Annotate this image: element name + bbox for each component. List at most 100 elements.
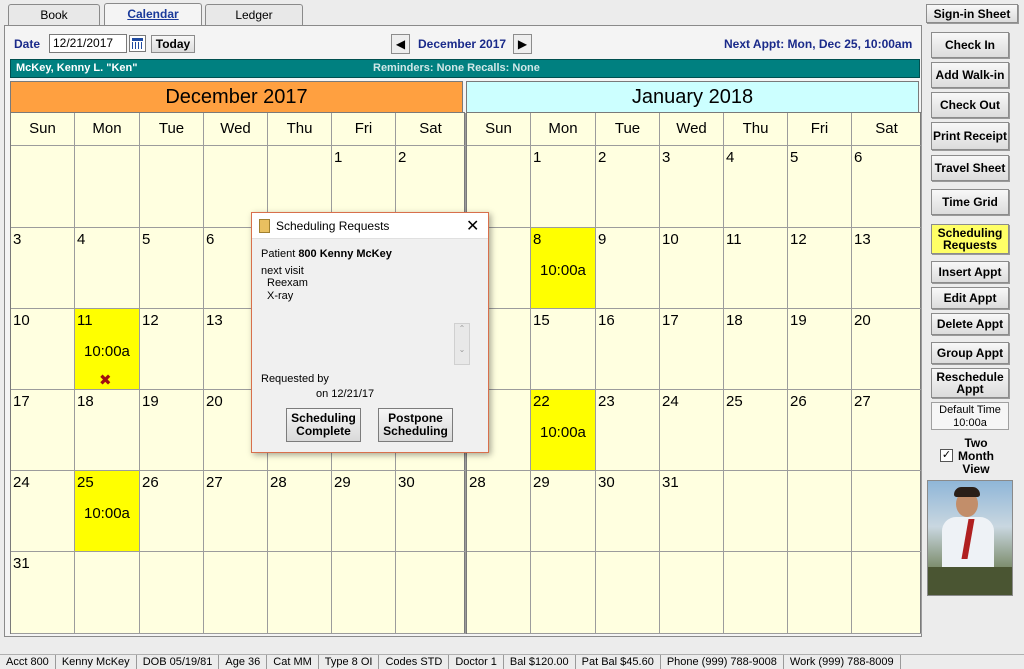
scroll-down-icon[interactable]: ⌄ [455, 345, 469, 354]
day-cell[interactable]: 11 10:00a ✖ [75, 309, 140, 390]
day-cell[interactable] [75, 146, 140, 228]
sign-in-sheet-button[interactable]: Sign-in Sheet [926, 4, 1018, 23]
check-in-button[interactable]: Check In [931, 32, 1009, 58]
day-cell[interactable]: 2 [596, 146, 660, 228]
close-icon[interactable]: ✕ [466, 216, 479, 236]
day-cell[interactable]: 5 [788, 146, 852, 228]
day-cell[interactable]: 18 [724, 309, 788, 390]
appointment-time[interactable]: 10:00a [84, 343, 130, 360]
day-cell[interactable]: 4 [75, 228, 140, 309]
day-cell[interactable]: 27 [852, 390, 922, 471]
delete-appt-button[interactable]: Delete Appt [931, 313, 1009, 335]
tab-book[interactable]: Book [8, 4, 100, 26]
day-cell[interactable]: 6 [852, 146, 922, 228]
day-cell[interactable] [788, 552, 852, 634]
day-cell[interactable]: 10 [11, 309, 75, 390]
day-cell[interactable] [852, 552, 922, 634]
tab-ledger[interactable]: Ledger [205, 4, 303, 26]
date-input[interactable]: 12/21/2017 [49, 34, 127, 53]
day-cell[interactable]: 23 [596, 390, 660, 471]
day-cell[interactable] [140, 552, 204, 634]
day-cell[interactable] [788, 471, 852, 552]
day-cell[interactable]: 30 [596, 471, 660, 552]
day-cell[interactable]: 31 [11, 552, 75, 634]
day-cell[interactable]: 17 [660, 309, 724, 390]
day-cell[interactable]: 16 [596, 309, 660, 390]
day-cell[interactable] [332, 552, 396, 634]
day-cell[interactable]: 3 [660, 146, 724, 228]
day-cell[interactable]: 24 [660, 390, 724, 471]
day-cell[interactable]: 17 [11, 390, 75, 471]
day-cell[interactable]: 8 10:00a [531, 228, 596, 309]
day-cell[interactable]: 9 [596, 228, 660, 309]
scroll-up-icon[interactable]: ⌃ [455, 324, 469, 333]
reschedule-appt-button[interactable]: Reschedule Appt [931, 368, 1009, 398]
time-grid-button[interactable]: Time Grid [931, 189, 1009, 215]
day-cell[interactable]: 19 [788, 309, 852, 390]
day-cell[interactable]: 29 [531, 471, 596, 552]
day-number: 19 [790, 312, 807, 329]
postpone-scheduling-button[interactable]: Postpone Scheduling [378, 408, 453, 442]
day-cell[interactable] [75, 552, 140, 634]
day-cell[interactable] [531, 552, 596, 634]
scheduling-complete-button[interactable]: Scheduling Complete [286, 408, 361, 442]
day-cell[interactable] [396, 552, 466, 634]
day-cell[interactable]: 24 [11, 471, 75, 552]
day-cell[interactable]: 12 [140, 309, 204, 390]
day-cell[interactable]: 26 [788, 390, 852, 471]
appointment-time[interactable]: 10:00a [540, 424, 586, 441]
day-cell[interactable]: 4 [724, 146, 788, 228]
day-cell[interactable]: 1 [531, 146, 596, 228]
group-appt-button[interactable]: Group Appt [931, 342, 1009, 364]
day-cell[interactable]: 28 [268, 471, 332, 552]
day-cell[interactable]: 3 [11, 228, 75, 309]
day-cell[interactable]: 5 [140, 228, 204, 309]
day-cell[interactable]: 10 [660, 228, 724, 309]
day-cell[interactable]: 19 [140, 390, 204, 471]
day-cell[interactable] [11, 146, 75, 228]
day-cell[interactable]: 25 10:00a [75, 471, 140, 552]
scrollbar[interactable]: ⌃ ⌄ [454, 323, 470, 365]
day-cell[interactable]: 20 [852, 309, 922, 390]
day-cell[interactable] [140, 146, 204, 228]
day-cell[interactable] [660, 552, 724, 634]
day-number: 31 [662, 474, 679, 491]
day-cell[interactable]: 26 [140, 471, 204, 552]
scheduling-requests-button[interactable]: Scheduling Requests [931, 224, 1009, 254]
day-cell[interactable]: 31 [660, 471, 724, 552]
day-cell[interactable]: 28 [467, 471, 531, 552]
day-cell[interactable]: 29 [332, 471, 396, 552]
check-out-button[interactable]: Check Out [931, 92, 1009, 118]
default-time-box[interactable]: Default Time 10:00a [931, 402, 1009, 430]
edit-appt-button[interactable]: Edit Appt [931, 287, 1009, 309]
today-button[interactable]: Today [151, 35, 195, 53]
day-cell[interactable] [204, 552, 268, 634]
day-cell[interactable]: 13 [852, 228, 922, 309]
two-month-view-checkbox[interactable]: ✓ [940, 449, 953, 462]
appointment-time[interactable]: 10:00a [84, 505, 130, 522]
prev-month-button[interactable]: ◀ [391, 34, 410, 54]
day-cell[interactable]: 15 [531, 309, 596, 390]
calendar-picker-icon[interactable] [129, 35, 146, 52]
day-cell[interactable]: 27 [204, 471, 268, 552]
cancel-icon[interactable]: ✖ [99, 371, 112, 389]
travel-sheet-button[interactable]: Travel Sheet [931, 155, 1009, 181]
day-cell[interactable] [596, 552, 660, 634]
day-cell[interactable] [724, 552, 788, 634]
tab-calendar[interactable]: Calendar [104, 3, 202, 27]
day-cell[interactable] [852, 471, 922, 552]
next-month-button[interactable]: ▶ [513, 34, 532, 54]
day-cell[interactable] [268, 552, 332, 634]
add-walk-in-button[interactable]: Add Walk-in [931, 62, 1009, 88]
day-cell[interactable]: 30 [396, 471, 466, 552]
appointment-time[interactable]: 10:00a [540, 262, 586, 279]
day-cell[interactable] [724, 471, 788, 552]
day-cell[interactable]: 22 10:00a [531, 390, 596, 471]
day-cell[interactable]: 12 [788, 228, 852, 309]
day-cell[interactable]: 25 [724, 390, 788, 471]
day-cell[interactable]: 18 [75, 390, 140, 471]
print-receipt-button[interactable]: Print Receipt [931, 122, 1009, 150]
insert-appt-button[interactable]: Insert Appt [931, 261, 1009, 283]
day-cell[interactable] [467, 552, 531, 634]
day-cell[interactable]: 11 [724, 228, 788, 309]
